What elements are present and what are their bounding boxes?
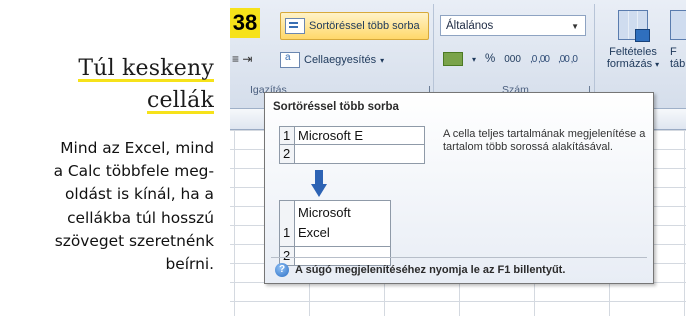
tooltip-demo-illustration: 1 Microsoft E 2 Microsoft Excel 1 2 (279, 126, 425, 266)
chevron-down-icon: ▼ (571, 22, 579, 31)
tooltip-help-text: A súgó megjelenítéséhez nyomja le az F1 … (295, 264, 566, 276)
wrap-text-icon (285, 18, 305, 34)
group-separator (433, 4, 434, 102)
indent-icons[interactable]: ≡ ⇥ (232, 52, 252, 66)
article-body: Mind az Excel, mind a Calc többfele meg-… (4, 137, 214, 276)
wrap-text-button[interactable]: Sortöréssel több sorba (280, 12, 429, 40)
article-title-text-1: Túl keskeny (78, 56, 214, 82)
tooltip-description: A cella teljes tartalmának megjelenítése… (443, 128, 646, 153)
article-title-line2: cellák (146, 88, 214, 114)
merge-cells-label: Cellaegyesítés (304, 54, 377, 66)
chevron-down-icon: ▾ (380, 55, 385, 65)
article-body-line: cellákba túl hosszú (67, 208, 214, 227)
format-as-table-icon (670, 10, 686, 40)
demo-row-divider (280, 144, 424, 145)
tooltip-divider (271, 257, 647, 258)
conditional-formatting-label-1: Feltételes (609, 46, 657, 58)
format-as-table-label-2: táb (670, 58, 686, 70)
chevron-down-icon[interactable]: ▾ (472, 55, 476, 64)
article-body-line: a Calc többfele meg- (53, 162, 214, 181)
demo-wrapped-text-line2: Excel (298, 225, 330, 240)
conditional-formatting-button[interactable]: Feltételes formázás ▾ (602, 10, 664, 71)
format-as-table-button[interactable]: F táb (670, 10, 686, 70)
excel-screenshot: 38 ≡ ⇥ Sortöréssel több sorba Cellaegyes… (230, 0, 686, 316)
conditional-formatting-icon (618, 10, 650, 42)
article-title-text-2: cellák (146, 88, 214, 114)
article-title-line1: Túl keskeny (78, 56, 214, 82)
arrow-down-icon (311, 170, 327, 197)
demo-row-number: 1 (283, 225, 291, 240)
group-separator (594, 4, 595, 102)
percent-button[interactable]: % (485, 53, 495, 65)
merge-cells-icon (280, 52, 300, 68)
wrap-text-label: Sortöréssel több sorba (309, 20, 420, 32)
demo-before-grid: 1 Microsoft E 2 (279, 126, 425, 164)
help-icon: ? (275, 263, 289, 277)
chevron-down-icon: ▾ (655, 60, 660, 69)
merge-cells-button[interactable]: Cellaegyesítés ▾ (280, 50, 384, 70)
tooltip-title: Sortöréssel több sorba (273, 101, 399, 113)
article-body-line: Mind az Excel, mind (60, 139, 214, 157)
article-column: Túl keskeny cellák Mind az Excel, mind a… (0, 0, 214, 316)
increase-decimal-button[interactable]: ,0 ,00 (530, 54, 550, 65)
demo-wrapped-text-line1: Microsoft (298, 205, 351, 220)
decrease-decimal-button[interactable]: ,00 ,0 (558, 54, 578, 65)
number-format-select[interactable]: Általános ▼ (440, 15, 586, 36)
demo-row-number: 1 (283, 128, 291, 143)
wrap-text-tooltip: Sortöréssel több sorba 1 Microsoft E 2 M… (264, 92, 654, 284)
number-format-buttons: ▾ % 000 ,0 ,00 ,00 ,0 (443, 52, 578, 66)
article-body-line: oldást is kínál, ha a (65, 185, 214, 204)
article-body-line: szöveget szeretnénk (54, 231, 214, 250)
format-as-table-label-1: F (670, 46, 677, 58)
demo-row-number: 2 (283, 248, 291, 263)
number-format-value: Általános (446, 20, 494, 32)
thousands-button[interactable]: 000 (504, 54, 521, 65)
demo-cell-text: Microsoft E (298, 128, 364, 143)
demo-row-divider (280, 246, 390, 247)
conditional-formatting-label-2-text: formázás (606, 58, 653, 70)
demo-row-number: 2 (283, 146, 291, 161)
figure-number-badge: 38 (230, 8, 260, 38)
currency-format-icon[interactable] (443, 52, 463, 66)
article-body-line: beírni. (165, 255, 215, 274)
conditional-formatting-label-2: formázás ▾ (602, 58, 664, 71)
